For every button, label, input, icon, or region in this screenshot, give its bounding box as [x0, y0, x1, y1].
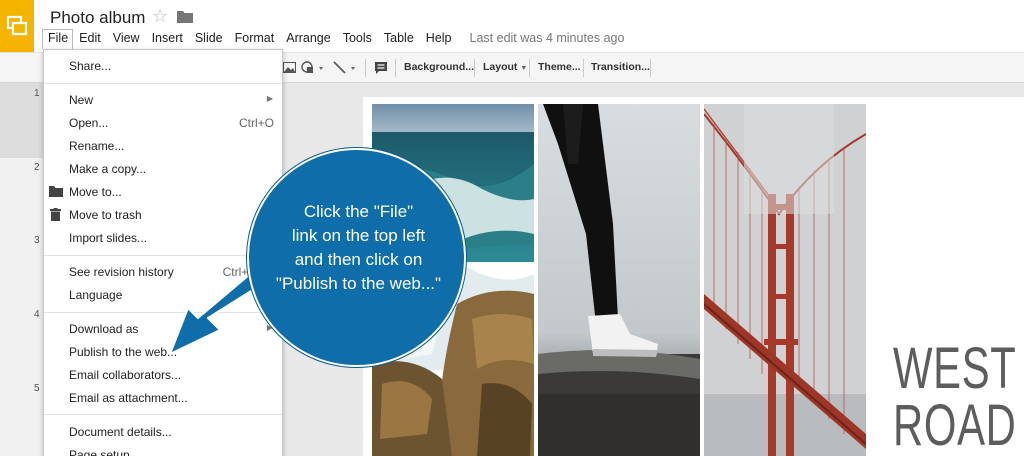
- menu-item-label: Download as: [69, 322, 139, 336]
- toolbar-separator: [474, 59, 475, 77]
- menubar: File Edit View Insert Slide Format Arran…: [42, 29, 630, 49]
- slide-filmstrip: 1 2 3 4 5: [0, 83, 44, 456]
- slide-number: 5: [34, 383, 40, 394]
- callout-line: link on the top left: [291, 226, 426, 245]
- folder-icon: [49, 186, 63, 197]
- document-title[interactable]: Photo album: [50, 8, 145, 28]
- menu-item-label: Email as attachment...: [69, 391, 188, 405]
- background-button[interactable]: Background...: [404, 61, 474, 73]
- menu-slide[interactable]: Slide: [189, 29, 229, 49]
- menu-insert[interactable]: Insert: [146, 29, 189, 49]
- menu-item-label: Open...: [69, 116, 109, 130]
- menu-item-label: Email collaborators...: [69, 368, 182, 382]
- slide-title-line-2[interactable]: ROAD T: [893, 392, 1024, 456]
- menu-item-page-setup[interactable]: Page setup...: [44, 444, 282, 456]
- layout-button[interactable]: Layout ▼: [483, 61, 527, 73]
- menu-tools[interactable]: Tools: [337, 29, 378, 49]
- toolbar-separator: [395, 59, 396, 77]
- shape-icon[interactable]: [301, 61, 327, 75]
- slide-number: 4: [34, 309, 40, 320]
- menu-separator: [44, 83, 282, 84]
- last-edit-status[interactable]: Last edit was 4 minutes ago: [458, 29, 631, 49]
- menu-item-label: Move to...: [69, 185, 122, 199]
- menu-item-share[interactable]: Share...: [44, 55, 282, 78]
- menu-separator: [44, 414, 282, 415]
- menu-item-label: Share...: [69, 59, 112, 73]
- menu-item-label: Page setup...: [69, 448, 140, 456]
- menu-arrange[interactable]: Arrange: [280, 29, 336, 49]
- chevron-down-icon: ▼: [520, 65, 528, 72]
- legs-photo: [538, 104, 700, 456]
- layout-label: Layout: [483, 61, 518, 73]
- menu-item-label: Import slides...: [69, 231, 148, 245]
- line-icon[interactable]: [333, 61, 361, 75]
- menu-help[interactable]: Help: [420, 29, 458, 49]
- menu-item-label: New: [69, 93, 94, 107]
- trash-icon: [50, 208, 61, 221]
- menu-table[interactable]: Table: [378, 29, 420, 49]
- slide-number: 3: [34, 235, 40, 246]
- toolbar-separator: [650, 59, 651, 77]
- toolbar-separator: [583, 59, 584, 77]
- transition-button[interactable]: Transition...: [591, 61, 650, 73]
- toolbar-separator: [365, 59, 366, 77]
- menu-item-shortcut: Ctrl+O: [238, 116, 274, 130]
- menu-view[interactable]: View: [107, 29, 146, 49]
- menu-item-move-to[interactable]: Move to...: [44, 181, 282, 204]
- bridge-photo: [704, 104, 866, 456]
- menu-item-label: Make a copy...: [69, 162, 147, 176]
- menu-item-email-attachment[interactable]: Email as attachment...: [44, 387, 282, 410]
- callout-text: Click the "File" link on the top left an…: [249, 200, 468, 296]
- theme-button[interactable]: Theme...: [538, 61, 581, 73]
- app-header: Photo album ☆ File Edit View Insert Slid…: [0, 0, 1024, 52]
- image-icon[interactable]: [283, 61, 296, 74]
- callout-line: Click the "File": [303, 202, 414, 221]
- menu-item-label: Document details...: [69, 425, 172, 439]
- menu-item-document-details[interactable]: Document details...: [44, 421, 282, 444]
- toolbar-separator: [529, 59, 530, 77]
- slides-logo-icon: [6, 15, 28, 36]
- callout-line: "Publish to the web...": [275, 274, 442, 293]
- folder-icon[interactable]: [177, 10, 193, 23]
- slide-number: 1: [34, 88, 40, 99]
- callout-line: and then click on: [294, 250, 423, 269]
- menu-item-rename[interactable]: Rename...: [44, 135, 282, 158]
- menu-item-new[interactable]: New ▶: [44, 89, 282, 112]
- menu-item-label: Rename...: [69, 139, 125, 153]
- menu-item-open[interactable]: Open... Ctrl+O: [44, 112, 282, 135]
- menu-item-make-copy[interactable]: Make a copy...: [44, 158, 282, 181]
- menu-file[interactable]: File: [42, 29, 74, 49]
- menu-format[interactable]: Format: [229, 29, 281, 49]
- slides-logo[interactable]: [0, 0, 34, 52]
- menu-item-move-to-trash[interactable]: Move to trash: [44, 204, 282, 227]
- comment-icon[interactable]: [374, 61, 388, 75]
- menu-item-label: Language: [69, 288, 123, 302]
- submenu-arrow-icon: ▶: [266, 94, 273, 103]
- slide-number: 2: [34, 162, 40, 173]
- menu-item-import-slides[interactable]: Import slides...: [44, 227, 282, 250]
- menu-item-label: Move to trash: [69, 208, 142, 222]
- star-icon[interactable]: ☆: [152, 6, 168, 27]
- menu-edit[interactable]: Edit: [73, 29, 107, 49]
- instruction-callout: Click the "File" link on the top left an…: [247, 148, 466, 367]
